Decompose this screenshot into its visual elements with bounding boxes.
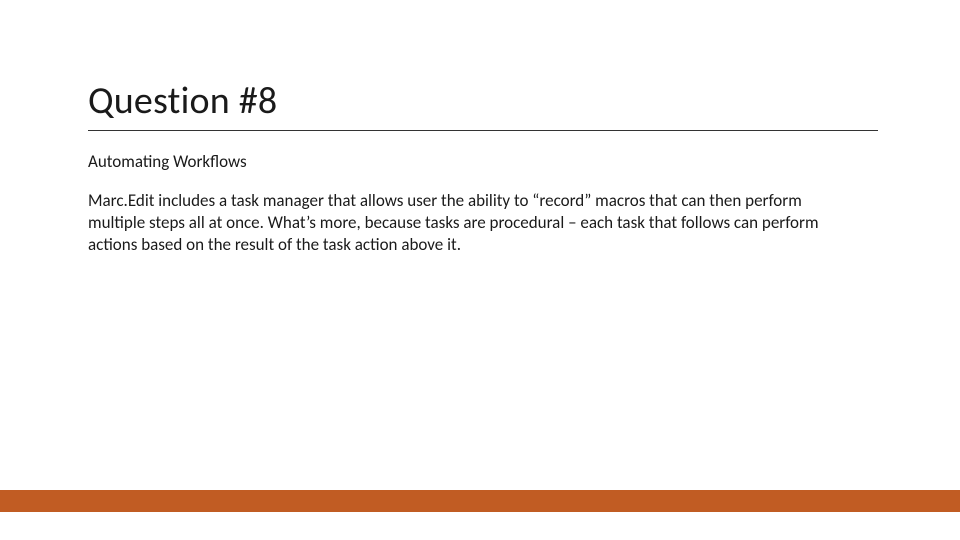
slide: Question #8 Automating Workflows Marc.Ed… — [0, 0, 960, 540]
content-area: Question #8 Automating Workflows Marc.Ed… — [88, 78, 878, 255]
slide-subtitle: Automating Workflows — [88, 151, 878, 172]
accent-bar — [0, 490, 960, 512]
slide-body: Marc.Edit includes a task manager that a… — [88, 190, 858, 255]
slide-title: Question #8 — [88, 78, 878, 131]
